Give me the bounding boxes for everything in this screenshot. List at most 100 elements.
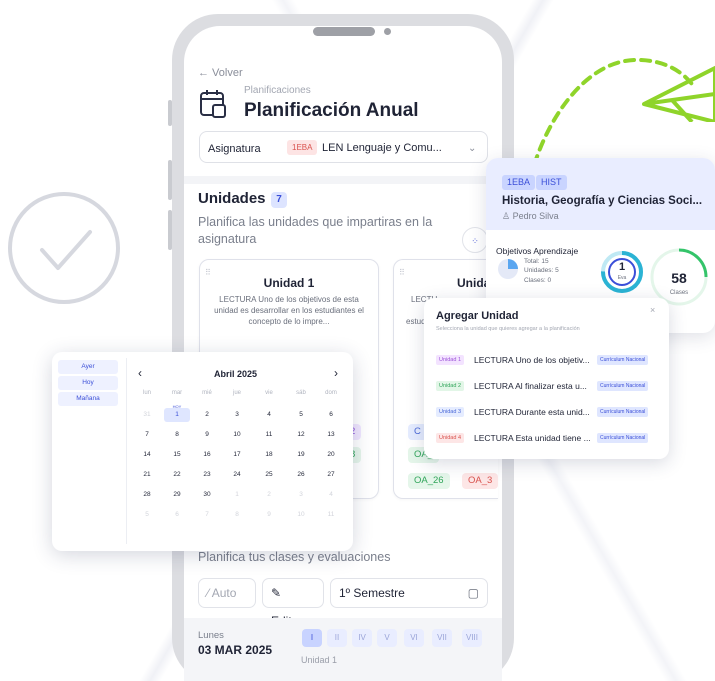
modal-title: Agregar Unidad	[436, 310, 519, 322]
pencil-icon: ✎	[271, 586, 282, 600]
calendar-day[interactable]: 31	[134, 408, 160, 422]
calendar-day[interactable]: 5	[288, 408, 314, 422]
unit-row-text: LECTURA Al finalizar esta u...	[474, 381, 587, 391]
unit-chip-vii[interactable]: VII	[432, 629, 452, 647]
unit-chip-ii[interactable]: II	[327, 629, 347, 647]
weekday-label: lun	[142, 390, 151, 396]
magic-wand-icon: ⁄	[207, 586, 210, 600]
unit-chip-v[interactable]: V	[377, 629, 397, 647]
calendar-day[interactable]: 26	[288, 468, 314, 482]
calendar-day[interactable]: 8	[164, 428, 190, 442]
calendar-day[interactable]: 3	[224, 408, 250, 422]
calendar-day[interactable]: 9	[194, 428, 220, 442]
calendar-day[interactable]: 27	[318, 468, 344, 482]
unit-caption: Unidad 1	[301, 655, 338, 665]
eval-label: Eva	[617, 275, 627, 281]
phone-side-button	[168, 100, 172, 126]
calendar-day[interactable]: 11	[256, 428, 282, 442]
calendar-day[interactable]: 7	[194, 508, 220, 522]
page-title: Planificación Anual	[244, 100, 419, 121]
calendar-day[interactable]: 30	[194, 488, 220, 502]
classes-label: Clases	[669, 290, 689, 296]
back-link[interactable]: ← Volver	[198, 67, 243, 79]
calendar-day[interactable]: 2	[194, 408, 220, 422]
quick-today[interactable]: Hoy	[58, 376, 118, 390]
unit-tag: Unidad 4	[436, 433, 465, 443]
unit-chip-vi[interactable]: VI	[404, 629, 424, 647]
curriculum-badge: Currículum Nacional	[597, 407, 649, 417]
curriculum-badge: Currículum Nacional	[597, 433, 649, 443]
calendar-day[interactable]: 23	[194, 468, 220, 482]
auto-label: Auto	[211, 586, 237, 600]
calendar-separator	[126, 358, 127, 544]
calendar-day[interactable]: 4	[318, 488, 344, 502]
calendar-day[interactable]: 24	[224, 468, 250, 482]
calendar-day[interactable]: 13	[318, 428, 344, 442]
calendar-day[interactable]: 16	[194, 448, 220, 462]
day-label: Lunes	[198, 630, 224, 641]
view-toggle-button[interactable]: ⁘	[462, 227, 488, 253]
date-label: 03 MAR 2025	[198, 643, 273, 657]
unit-tag: Unidad 2	[436, 381, 465, 391]
planning-description: Planifica tus clases y evaluaciones	[198, 550, 391, 564]
calendar-day[interactable]: 1	[164, 408, 190, 422]
calendar-day[interactable]: 11	[318, 508, 344, 522]
subject-value: LEN Lenguaje y Comu...	[322, 142, 442, 154]
unit-title: Unidad 1	[263, 276, 315, 290]
calendar-day[interactable]: 12	[288, 428, 314, 442]
stat-units: Unidades: 5	[524, 267, 559, 274]
person-icon: ♙	[502, 211, 513, 221]
weekday-label: mié	[202, 390, 212, 396]
section-divider	[184, 176, 502, 184]
course-title: Historia, Geografía y Ciencias Soci...	[502, 195, 703, 207]
calendar-day[interactable]: 21	[134, 468, 160, 482]
calendar-day[interactable]: 10	[288, 508, 314, 522]
breadcrumb[interactable]: Planificaciones	[244, 85, 311, 96]
unit-chip-iv[interactable]: IV	[352, 629, 372, 647]
chevron-down-icon[interactable]: ⌄	[468, 143, 476, 154]
calendar-day[interactable]: 8	[224, 508, 250, 522]
calendar-day[interactable]: 17	[224, 448, 250, 462]
curriculum-badge: Currículum Nacional	[597, 381, 649, 391]
calendar-day[interactable]: 6	[164, 508, 190, 522]
calendar-day[interactable]: 1	[224, 488, 250, 502]
calendar-day[interactable]: 3	[288, 488, 314, 502]
calendar-day[interactable]: 22	[164, 468, 190, 482]
course-tag: 1EBA	[287, 140, 318, 155]
calendar-day[interactable]: 29	[164, 488, 190, 502]
calendar-day[interactable]: 18	[256, 448, 282, 462]
calendar-icon	[200, 90, 226, 118]
subject-tag: HIST	[536, 175, 567, 190]
calendar-day[interactable]: 10	[224, 428, 250, 442]
calendar-day[interactable]: 5	[134, 508, 160, 522]
quick-yesterday[interactable]: Ayer	[58, 360, 118, 374]
unit-row-text: LECTURA Uno de los objetiv...	[474, 355, 590, 365]
calendar-day[interactable]: 25	[256, 468, 282, 482]
calendar-day[interactable]: 20	[318, 448, 344, 462]
modal-subtitle: Selecciona la unidad que quieres agregar…	[436, 326, 580, 332]
edit-button[interactable]: ✎ Editar	[262, 578, 324, 628]
units-count-badge: 7	[271, 192, 287, 208]
calendar-day[interactable]: 14	[134, 448, 160, 462]
drag-handle-icon[interactable]: ⠿	[399, 268, 405, 277]
calendar-day[interactable]: 9	[256, 508, 282, 522]
calendar-day[interactable]: 28	[134, 488, 160, 502]
calendar-day[interactable]: 19	[288, 448, 314, 462]
weekday-label: jue	[232, 390, 241, 396]
unit-description: LECTURA Uno de los objetivos de esta uni…	[214, 295, 364, 326]
next-month-button[interactable]: ›	[334, 366, 338, 380]
auto-button[interactable]: ⁄ Auto	[198, 578, 256, 608]
calendar-day[interactable]: 6	[318, 408, 344, 422]
close-icon[interactable]: ×	[650, 305, 655, 315]
semester-select[interactable]: 1º Semestre ▢	[330, 578, 488, 608]
calendar-day[interactable]: 4	[256, 408, 282, 422]
unit-chip-viii[interactable]: VIII	[462, 629, 482, 647]
quick-tomorrow[interactable]: Mañana	[58, 392, 118, 406]
unit-chip-i[interactable]: I	[302, 629, 322, 647]
eval-value: 1	[618, 261, 626, 273]
calendar-day[interactable]: 2	[256, 488, 282, 502]
phone-side-button	[168, 210, 172, 250]
calendar-day[interactable]: 15	[164, 448, 190, 462]
calendar-day[interactable]: 7	[134, 428, 160, 442]
prev-month-button[interactable]: ‹	[138, 366, 142, 380]
